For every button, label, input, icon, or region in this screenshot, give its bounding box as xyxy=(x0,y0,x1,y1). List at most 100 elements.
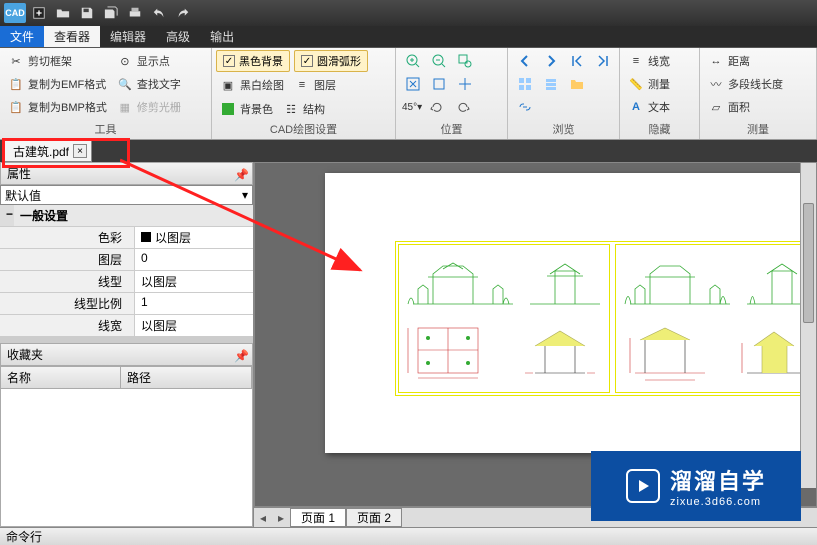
extents-icon[interactable] xyxy=(426,73,452,95)
label: 修剪光栅 xyxy=(137,99,181,115)
col-header[interactable]: 名称 xyxy=(1,367,121,388)
btn-measure[interactable]: 📏测量 xyxy=(624,73,674,95)
prop-value[interactable]: 以图层 xyxy=(134,315,253,336)
drawing-left xyxy=(398,244,610,393)
prev-icon[interactable] xyxy=(512,50,538,72)
plan-drawing xyxy=(403,318,503,388)
prop-value[interactable]: 0 xyxy=(134,249,253,270)
collapse-icon[interactable]: − xyxy=(0,205,14,226)
label: 线宽 xyxy=(648,53,670,69)
btn-linewidth[interactable]: ≡线宽 xyxy=(624,50,674,72)
folder-icon[interactable] xyxy=(564,73,590,95)
combo-value: 默认值 xyxy=(5,187,41,204)
raster-icon: ▦ xyxy=(117,99,133,115)
btn-distance[interactable]: ↔距离 xyxy=(704,50,787,72)
rotate-ccw-icon[interactable] xyxy=(424,96,450,118)
menu-editor[interactable]: 编辑器 xyxy=(100,26,156,47)
toggle-smooth-arc[interactable]: ✓圆滑弧形 xyxy=(294,50,368,72)
qat-open-icon[interactable] xyxy=(52,3,74,23)
elevation-drawing xyxy=(525,249,605,309)
menubar: 文件 查看器 编辑器 高级 输出 xyxy=(0,26,817,48)
rotate-dropdown[interactable]: 45°▾ xyxy=(400,96,424,118)
label: 图层 xyxy=(314,77,336,93)
tab-nav-next[interactable]: ▸ xyxy=(272,511,290,525)
qat-save-icon[interactable] xyxy=(76,3,98,23)
btn-copy-emf[interactable]: 📋复制为EMF格式 xyxy=(4,73,111,95)
group-label: 测量 xyxy=(704,120,812,139)
btn-text[interactable]: A文本 xyxy=(624,96,674,118)
btn-bg-color[interactable]: 背景色 xyxy=(216,98,277,120)
toggle-black-bg[interactable]: ✓黑色背景 xyxy=(216,50,290,72)
qat-undo-icon[interactable] xyxy=(148,3,170,23)
bmp-icon: 📋 xyxy=(8,99,24,115)
label: 复制为BMP格式 xyxy=(28,99,107,115)
btn-area[interactable]: ▱面积 xyxy=(704,96,787,118)
find-icon: 🔍 xyxy=(117,76,133,92)
btn-bw-draw[interactable]: ▣黑白绘图 xyxy=(216,74,288,96)
drawing-frame xyxy=(395,241,817,396)
btn-crop-frame[interactable]: ✂剪切框架 xyxy=(4,50,111,72)
stack-icon[interactable] xyxy=(538,73,564,95)
btn-polyline-len[interactable]: 〰多段线长度 xyxy=(704,73,787,95)
properties-combo[interactable]: 默认值 ▾ xyxy=(0,185,253,205)
table-row: 线型比例1 xyxy=(0,293,253,315)
qat-print-icon[interactable] xyxy=(124,3,146,23)
pan-icon[interactable] xyxy=(452,73,478,95)
next-icon[interactable] xyxy=(538,50,564,72)
btn-structure[interactable]: ☷结构 xyxy=(279,98,329,120)
group-label: 隐藏 xyxy=(624,120,695,139)
ribbon: ✂剪切框架 📋复制为EMF格式 📋复制为BMP格式 ⊙显示点 🔍查找文字 ▦修剪… xyxy=(0,48,817,140)
zoom-window-icon[interactable] xyxy=(452,50,478,72)
prop-key: 线型比例 xyxy=(0,293,134,314)
prop-value[interactable]: 以图层 xyxy=(134,271,253,292)
first-icon[interactable] xyxy=(564,50,590,72)
watermark-brand: 溜溜自学 xyxy=(670,464,766,496)
prop-value[interactable]: 1 xyxy=(134,293,253,314)
tab-nav-prev[interactable]: ◂ xyxy=(254,511,272,525)
qat-saveall-icon[interactable] xyxy=(100,3,122,23)
zoom-in-icon[interactable] xyxy=(400,50,426,72)
structure-icon: ☷ xyxy=(283,101,299,117)
prop-section[interactable]: −一般设置 xyxy=(0,205,253,227)
btn-show-points[interactable]: ⊙显示点 xyxy=(113,50,185,72)
menu-advanced[interactable]: 高级 xyxy=(156,26,200,47)
label: 面积 xyxy=(728,99,750,115)
btn-layers[interactable]: ≡图层 xyxy=(290,74,340,96)
page-tab-2[interactable]: 页面 2 xyxy=(346,508,402,527)
menu-viewer[interactable]: 查看器 xyxy=(44,26,100,47)
page-preview xyxy=(325,173,800,453)
prop-value[interactable]: 以图层 xyxy=(134,227,253,248)
pin-icon[interactable]: 📌 xyxy=(234,168,246,180)
fit-icon[interactable] xyxy=(400,73,426,95)
document-tab[interactable]: 古建筑.pdf × xyxy=(4,140,92,162)
label: 复制为EMF格式 xyxy=(28,76,106,92)
qat-redo-icon[interactable] xyxy=(172,3,194,23)
app-icon: CAD xyxy=(4,3,26,23)
elevation-drawing xyxy=(620,249,740,309)
rotate-cw-icon[interactable] xyxy=(450,96,476,118)
elevation-drawing xyxy=(403,249,523,309)
zoom-out-icon[interactable] xyxy=(426,50,452,72)
scrollbar-vertical[interactable] xyxy=(800,163,816,488)
thumb-icon[interactable] xyxy=(512,73,538,95)
close-icon[interactable]: × xyxy=(73,144,87,158)
table-row: 图层0 xyxy=(0,249,253,271)
scroll-thumb[interactable] xyxy=(803,203,814,323)
pin-icon[interactable]: 📌 xyxy=(234,349,246,361)
col-header[interactable]: 路径 xyxy=(121,367,252,388)
btn-copy-bmp[interactable]: 📋复制为BMP格式 xyxy=(4,96,111,118)
page-tab-1[interactable]: 页面 1 xyxy=(290,508,346,527)
last-icon[interactable] xyxy=(590,50,616,72)
link-icon[interactable] xyxy=(512,96,538,118)
properties-header: 属性 📌 xyxy=(0,162,253,185)
crop-icon: ✂ xyxy=(8,53,24,69)
btn-find-text[interactable]: 🔍查找文字 xyxy=(113,73,185,95)
menu-file[interactable]: 文件 xyxy=(0,26,44,47)
ribbon-group-position: 45°▾ 位置 xyxy=(396,48,508,139)
section-drawing xyxy=(620,318,720,388)
table-row: 线宽以图层 xyxy=(0,315,253,337)
ribbon-group-browse: 浏览 xyxy=(508,48,620,139)
menu-output[interactable]: 输出 xyxy=(200,26,244,47)
label: 查找文字 xyxy=(137,76,181,92)
qat-new-icon[interactable] xyxy=(28,3,50,23)
